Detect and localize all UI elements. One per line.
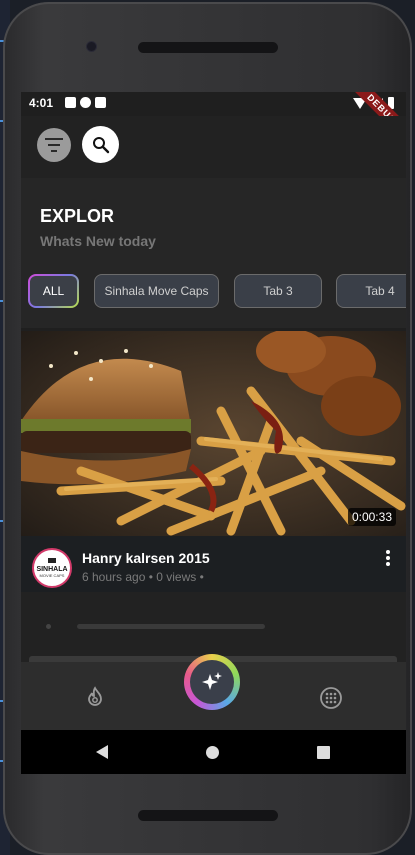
page-subtitle: Whats New today: [40, 233, 156, 249]
svg-text:MOVIE CAPS: MOVIE CAPS: [40, 573, 65, 578]
grid-dots-icon: [320, 687, 342, 709]
home-icon[interactable]: [206, 746, 219, 759]
tab-sinhala-move-caps[interactable]: Sinhala Move Caps: [94, 274, 219, 308]
fire-icon: [88, 686, 102, 706]
filter-icon: [45, 138, 63, 152]
tab-4[interactable]: Tab 4: [336, 274, 406, 308]
tab-3[interactable]: Tab 3: [234, 274, 322, 308]
nav-explore-button[interactable]: [319, 686, 343, 710]
search-button[interactable]: [82, 126, 119, 163]
skeleton-bar: [77, 624, 265, 629]
recents-icon[interactable]: [317, 746, 330, 759]
tab-all[interactable]: ALL: [28, 274, 79, 308]
bottom-speaker: [138, 810, 278, 821]
video-meta: 6 hours ago • 0 views •: [82, 570, 204, 584]
notification-a-icon: [65, 97, 76, 108]
sd-card-icon: [95, 97, 106, 108]
svg-text:SINHALA: SINHALA: [36, 566, 67, 573]
app-bar: [21, 116, 406, 178]
video-thumbnail[interactable]: 0:00:33: [21, 331, 406, 536]
top-speaker: [138, 42, 278, 53]
back-icon[interactable]: [96, 745, 108, 759]
page-title: EXPLOR: [40, 206, 115, 226]
skeleton-dot: [46, 624, 51, 629]
more-vert-icon: [386, 550, 390, 554]
notification-icons: [65, 97, 106, 108]
more-options-button[interactable]: [386, 550, 390, 566]
status-bar: 4:01 DEBUG: [21, 92, 406, 150]
status-time: 4:01: [29, 96, 54, 110]
video-info-row[interactable]: SINHALA MOVIE CAPS Hanry kalrsen 2015 6 …: [21, 536, 406, 592]
phone-frame: 4:01 DEBUG EXPLOR Whats New today ALL Si…: [3, 2, 412, 855]
food-thumbnail-image: [21, 331, 406, 536]
channel-logo: SINHALA MOVIE CAPS: [36, 558, 68, 578]
front-camera: [87, 42, 96, 51]
channel-avatar[interactable]: SINHALA MOVIE CAPS: [32, 548, 72, 588]
nav-trending-button[interactable]: [84, 686, 106, 708]
center-fab-button[interactable]: [184, 654, 240, 710]
sparkle-icon: [202, 672, 222, 690]
video-duration: 0:00:33: [347, 508, 396, 526]
notification-app-icon: [80, 97, 91, 108]
fab-inner: [190, 660, 234, 704]
video-title[interactable]: Hanry kalrsen 2015: [82, 550, 210, 566]
search-icon: [92, 136, 109, 153]
phone-screen: 4:01 DEBUG EXPLOR Whats New today ALL Si…: [21, 92, 406, 774]
filter-button[interactable]: [37, 128, 71, 162]
